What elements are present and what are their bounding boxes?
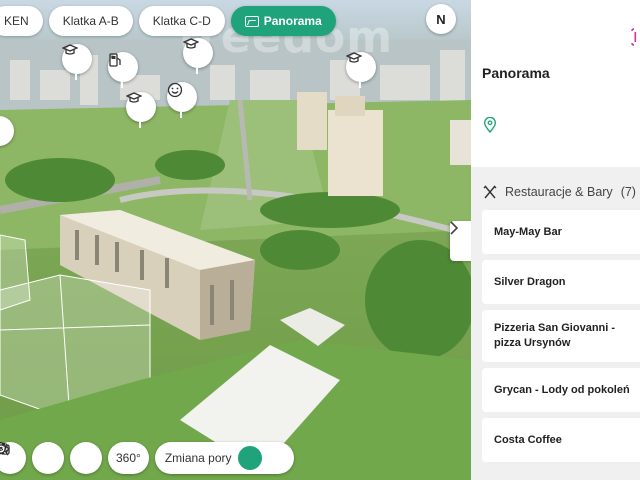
chevron-right-icon <box>450 221 458 235</box>
view-tabs: KEN Klatka A-B Klatka C-D Panorama <box>0 6 336 36</box>
category-count: (7) <box>620 185 636 199</box>
tab-label: KEN <box>4 14 29 28</box>
expand-panel-button[interactable] <box>450 221 471 261</box>
list-item[interactable]: Silver Dragon <box>482 260 640 304</box>
tab-ken[interactable]: KEN <box>0 6 43 36</box>
night-button[interactable] <box>0 442 290 469</box>
category-label: Restauracje & Bary <box>505 185 613 199</box>
time-label: Zmiana pory <box>164 451 232 465</box>
location-pin-icon[interactable] <box>484 117 496 133</box>
places-list: May-May Bar Silver Dragon Pizzeria San G… <box>482 210 640 468</box>
place-name: May-May Bar <box>494 225 562 238</box>
place-name: Grycan - Lody od pokoleń <box>494 383 630 396</box>
tab-panorama[interactable]: Panorama <box>230 6 336 36</box>
list-item[interactable]: Grycan - Lody od pokoleń <box>482 368 640 412</box>
map-pin-school[interactable] <box>126 92 156 128</box>
map-pin-school[interactable] <box>183 38 213 74</box>
compass-label: N <box>436 11 446 27</box>
map-pin-school[interactable] <box>346 52 376 88</box>
smiley-icon <box>167 82 183 98</box>
place-name: Silver Dragon <box>494 275 566 288</box>
category-restaurants[interactable]: Restauracje & Bary (7) <box>483 185 636 199</box>
graduation-cap-icon <box>346 52 362 63</box>
view-label: 360° <box>116 451 141 465</box>
tab-klatka-a-b[interactable]: Klatka A-B <box>48 6 133 36</box>
hide-button[interactable] <box>0 442 64 474</box>
place-name: Pizzeria San Giovanni - pizza Ursynów <box>494 322 616 349</box>
moon-icon <box>0 442 6 454</box>
list-item[interactable]: Costa Coffee <box>482 418 640 462</box>
compass-button[interactable]: N <box>426 4 456 34</box>
bottom-toolbar: 360° Zmiana pory <box>0 442 294 474</box>
list-item[interactable]: May-May Bar <box>482 210 640 254</box>
cutlery-icon <box>483 185 497 199</box>
tab-label: Klatka C-D <box>152 14 211 28</box>
graduation-cap-icon <box>183 38 199 49</box>
list-item[interactable]: Pizzeria San Giovanni - pizza Ursynów <box>482 310 640 362</box>
tab-label: Klatka A-B <box>62 14 119 28</box>
map-pin-fuel[interactable] <box>108 52 138 88</box>
fuel-pump-icon <box>109 53 121 67</box>
panel-title: Panorama <box>482 65 550 81</box>
map-pin-school[interactable] <box>62 44 92 80</box>
graduation-cap-icon <box>126 92 142 103</box>
brand-logo-icon <box>631 28 637 46</box>
day-button[interactable] <box>0 442 262 470</box>
place-name: Costa Coffee <box>494 433 562 446</box>
image-icon <box>244 15 259 27</box>
camera-button[interactable] <box>0 442 102 474</box>
tab-label: Panorama <box>263 14 322 28</box>
map-pin-leisure[interactable] <box>167 82 197 118</box>
panel-header: Panorama <box>471 0 640 167</box>
tab-klatka-c-d[interactable]: Klatka C-D <box>138 6 225 36</box>
graduation-cap-icon <box>62 44 78 55</box>
rotate-view-control: 360° <box>0 442 149 474</box>
time-of-day-control: Zmiana pory <box>0 442 294 474</box>
map-scene[interactable]: freedom KEN Klatka A-B Klatka C-D Panora… <box>0 0 471 480</box>
